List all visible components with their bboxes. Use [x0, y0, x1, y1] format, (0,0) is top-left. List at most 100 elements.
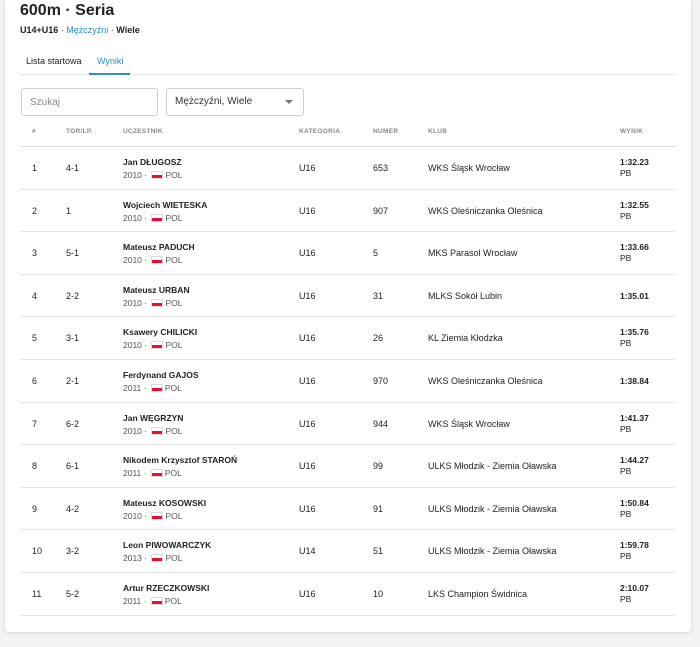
rank: 5 [32, 333, 38, 344]
athlete-name[interactable]: Wojciech WIETESKA [123, 200, 207, 210]
rank: 3 [32, 248, 38, 259]
table-row[interactable]: 2 1 Wojciech WIETESKA 2010 · POL U16 907 WKS O… [20, 190, 675, 233]
category: U14 [299, 546, 316, 557]
athlete-meta: 2011 · POL [123, 596, 182, 606]
athlete-meta: 2013 · POL [123, 553, 183, 564]
club: WKS Oleśniczanka Oleśnica [428, 205, 543, 216]
result-time: 1:38.84 [620, 376, 649, 386]
bib-number: 5 [373, 248, 379, 259]
athlete-meta: 2010 · POL [123, 340, 183, 351]
result-time: 1:35.01 [620, 290, 649, 301]
athlete-name[interactable]: Jan WĘGRZYN [123, 413, 183, 423]
personal-best-badge: PB [620, 551, 632, 562]
table-row[interactable]: 8 6-1 Nikodem Krzysztof STAROŃ 2011 · POL U1… [20, 445, 675, 488]
country: POL [165, 212, 183, 223]
club: ULKS Młodzik - Ziemia Oławska [428, 546, 557, 557]
lane: 2-2 [66, 290, 80, 301]
table-row[interactable]: 1 4-1 Jan DŁUGOSZ 2010 · POL U16 653 WKS Śląsk… [20, 147, 675, 190]
poland-flag-icon [151, 171, 164, 179]
table-row[interactable]: 9 4-2 Mateusz KOSOWSKI 2010 · POL U16 91 ULKS … [20, 488, 675, 531]
country: POL [164, 383, 182, 393]
club: ULKS Młodzik - Ziemia Oławska [428, 461, 557, 472]
round-type: Wiele [116, 25, 140, 35]
category: U16 [299, 589, 316, 599]
col-header-number[interactable]: NUMER [373, 128, 398, 135]
lane: 3-1 [66, 333, 80, 344]
birth-year: 2011 [123, 596, 142, 606]
filter-select-value: Mężczyźni, Wiele [175, 96, 253, 107]
result-time: 1:41.37 [620, 412, 649, 423]
birth-year: 2013 [123, 553, 142, 564]
birth-year: 2010 [123, 510, 142, 521]
lane: 4-2 [66, 503, 80, 514]
rank: 2 [32, 205, 38, 216]
rank: 10 [32, 546, 43, 557]
table-row[interactable]: 4 2-2 Mateusz URBAN 2010 · POL U16 31 MLKS Sok… [20, 275, 675, 318]
athlete-name[interactable]: Mateusz KOSOWSKI [123, 498, 206, 508]
athlete-name[interactable]: Ferdynand GAJOS [123, 370, 199, 380]
country: POL [165, 553, 183, 564]
table-row[interactable]: 5 3-1 Ksawery CHILICKI 2010 · POL U16 26 KL Zi… [20, 317, 675, 360]
country: POL [165, 255, 183, 266]
personal-best-badge: PB [620, 508, 632, 519]
athlete-meta: 2011 · POL [123, 383, 182, 393]
age-group: U14+U16 [20, 25, 59, 35]
athlete-name[interactable]: Ksawery CHILICKI [123, 327, 197, 337]
gender-link[interactable]: Mężczyźni [66, 25, 108, 35]
poland-flag-icon [151, 511, 164, 520]
athlete-meta: 2010 · POL [123, 170, 183, 180]
rank: 4 [32, 290, 38, 301]
club: LKS Champion Świdnica [428, 589, 528, 599]
athlete-name[interactable]: Mateusz URBAN [123, 285, 190, 295]
birth-year: 2010 [123, 255, 142, 266]
athlete-name[interactable]: Mateusz PADUCH [123, 242, 195, 252]
poland-flag-icon [150, 597, 163, 605]
table-header: # TOR/LP. UCZESTNIK KATEGORIA NUMER KLUB… [20, 126, 675, 147]
search-input[interactable] [21, 88, 158, 116]
tab-start-list[interactable]: Lista startowa [26, 56, 82, 66]
rank: 7 [32, 418, 38, 429]
club: KL Ziemia Kłodzka [428, 333, 503, 344]
athlete-name[interactable]: Nikodem Krzysztof STAROŃ [123, 455, 237, 465]
col-header-result[interactable]: WYNIK [620, 128, 643, 135]
lane: 2-1 [66, 376, 80, 386]
bib-number: 907 [373, 205, 389, 216]
athlete-name[interactable]: Jan DŁUGOSZ [123, 157, 182, 167]
country: POL [164, 468, 182, 479]
col-header-pos[interactable]: # [32, 128, 36, 135]
birth-year: 2010 [123, 297, 142, 308]
bib-number: 99 [373, 461, 384, 472]
poland-flag-icon [151, 298, 164, 307]
table-row[interactable]: 7 6-2 Jan WĘGRZYN 2010 · POL U16 944 WKS Śląsk… [20, 403, 675, 446]
col-header-lane[interactable]: TOR/LP. [66, 128, 93, 135]
athlete-meta: 2010 · POL [123, 297, 183, 308]
club: ULKS Młodzik - Ziemia Oławska [428, 503, 557, 514]
country: POL [164, 596, 182, 606]
country: POL [165, 170, 183, 180]
country: POL [165, 510, 183, 521]
rank: 8 [32, 461, 38, 472]
col-header-category[interactable]: KATEGORIA [299, 128, 340, 135]
lane: 1 [66, 205, 72, 216]
rank: 9 [32, 503, 38, 514]
athlete-meta: 2010 · POL [123, 425, 183, 436]
birth-year: 2010 [123, 425, 142, 436]
birth-year: 2011 [123, 468, 142, 479]
filter-select[interactable]: Mężczyźni, Wiele [166, 88, 304, 116]
athlete-name[interactable]: Leon PIWOWARCZYK [123, 540, 211, 550]
col-header-athlete[interactable]: UCZESTNIK [123, 128, 163, 135]
results-card: 600m · Seria U14+U16 · Mężczyźni · Wiele… [5, 0, 691, 632]
birth-year: 2010 [123, 212, 142, 223]
tab-results[interactable]: Wyniki [97, 56, 123, 66]
tab-bar: Lista startowa Wyniki [20, 50, 675, 75]
category: U16 [299, 205, 316, 216]
table-row[interactable]: 10 3-2 Leon PIWOWARCZYK 2013 · POL U14 51 ULKS… [20, 530, 675, 573]
col-header-club[interactable]: KLUB [428, 128, 447, 135]
table-row[interactable]: 6 2-1 Ferdynand GAJOS 2011 · POL U16 970 WKS O… [20, 360, 675, 403]
athlete-meta: 2011 · POL [123, 468, 182, 479]
table-row[interactable]: 11 5-2 Artur RZECZKOWSKI 2011 · POL U16 10 LKS… [20, 573, 675, 616]
athlete-meta: 2010 · POL [123, 255, 183, 266]
lane: 5-1 [66, 248, 80, 259]
athlete-name[interactable]: Artur RZECZKOWSKI [123, 583, 209, 593]
table-row[interactable]: 3 5-1 Mateusz PADUCH 2010 · POL U16 5 MKS Para… [20, 232, 675, 275]
